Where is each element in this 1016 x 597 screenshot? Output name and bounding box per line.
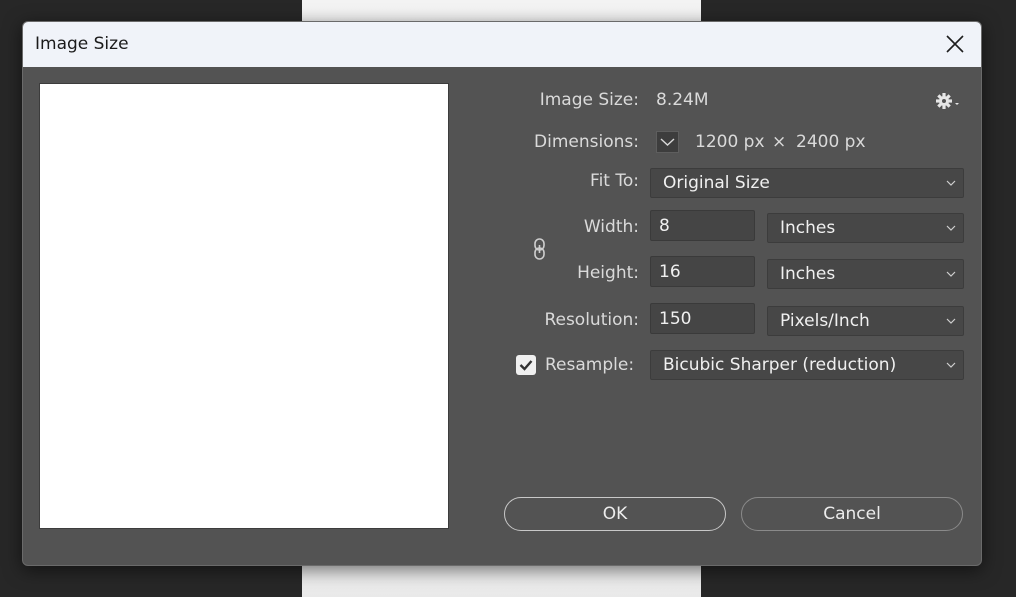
resample-method-select[interactable]: Bicubic Sharper (reduction) — [650, 350, 964, 380]
image-size-value: 8.24M — [656, 90, 709, 110]
fit-to-label: Fit To: — [590, 171, 639, 191]
width-unit-value: Inches — [780, 218, 836, 238]
chevron-down-icon — [946, 180, 956, 186]
link-chain-icon — [534, 238, 545, 260]
resample-method-value: Bicubic Sharper (reduction) — [663, 355, 897, 375]
resolution-unit-select[interactable]: Pixels/Inch — [767, 306, 964, 336]
settings-button[interactable] — [934, 90, 962, 112]
chevron-down-icon — [660, 138, 675, 146]
close-button[interactable] — [943, 32, 967, 56]
resample-checkbox[interactable] — [516, 355, 536, 375]
chevron-down-icon — [946, 225, 956, 231]
width-label: Width: — [583, 217, 639, 237]
height-label: Height: — [577, 263, 639, 283]
resolution-label: Resolution: — [544, 310, 639, 330]
gear-icon — [936, 93, 959, 109]
ok-button[interactable]: OK — [504, 497, 726, 531]
resolution-unit-value: Pixels/Inch — [780, 311, 870, 331]
dialog-title: Image Size — [35, 34, 129, 54]
checkmark-icon — [519, 360, 533, 371]
resample-label: Resample: — [545, 355, 635, 375]
dimensions-label: Dimensions: — [534, 132, 639, 152]
dimensions-width-value: 1200 px — [695, 132, 765, 152]
height-input[interactable] — [650, 256, 755, 287]
fit-to-select[interactable]: Original Size — [650, 168, 964, 198]
width-input[interactable] — [650, 210, 755, 241]
chevron-down-icon — [946, 318, 956, 324]
dimensions-unit-toggle[interactable] — [656, 131, 679, 153]
fit-to-value: Original Size — [663, 173, 770, 193]
chevron-down-icon — [946, 362, 956, 368]
image-preview[interactable] — [39, 83, 449, 529]
title-bar: Image Size — [23, 22, 981, 67]
resolution-input[interactable] — [650, 303, 755, 334]
close-icon — [946, 35, 964, 53]
dimensions-times-symbol: × — [772, 132, 787, 152]
width-unit-select[interactable]: Inches — [767, 213, 964, 243]
chevron-down-icon — [946, 271, 956, 277]
cancel-button[interactable]: Cancel — [741, 497, 963, 531]
constrain-proportions-toggle[interactable] — [529, 236, 551, 264]
height-unit-select[interactable]: Inches — [767, 259, 964, 289]
dimensions-height-value: 2400 px — [796, 132, 866, 152]
image-size-label: Image Size: — [539, 90, 639, 110]
image-size-dialog: Image Size Image Size: 8.24M Dimensions: — [22, 21, 982, 566]
height-unit-value: Inches — [780, 264, 836, 284]
